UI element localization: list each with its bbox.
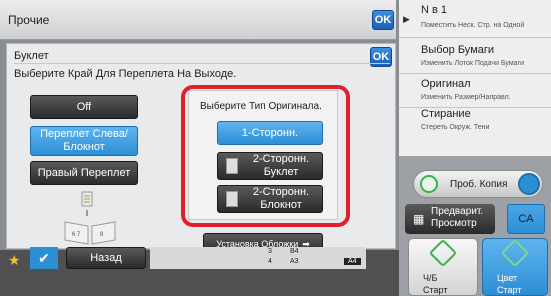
tablet-doc-icon <box>226 191 238 207</box>
sidebar-item-sub: Стереть Окруж. Тени <box>421 124 490 131</box>
preview-button[interactable]: ▦ Предварит. Просмотр <box>405 204 495 234</box>
start-diamond-icon <box>500 238 530 268</box>
panel-subtitle: Выберите Край Для Переплета На Выходе. <box>14 68 237 80</box>
check-icon[interactable]: ✔ <box>30 247 58 269</box>
color-start-sub: Старт <box>497 285 522 295</box>
sidebar-item-original[interactable]: Оригинал Изменить Размер/Направл. <box>399 74 551 108</box>
sidebar-item-sub: Изменить Лоток Подачи Бумаги <box>421 60 525 67</box>
binding-right-button[interactable]: Правый Переплет <box>30 161 138 185</box>
svg-text:6 7: 6 7 <box>72 232 81 238</box>
diamond-icon <box>420 175 438 193</box>
play-icon: ▶ <box>403 14 410 24</box>
tray-number: 4 <box>268 258 272 265</box>
ok-button-panel[interactable]: OK <box>370 47 392 67</box>
sidebar-item-n-in-1[interactable]: ▶ N в 1 Поместить Неск. Стр. на Одной <box>399 0 551 38</box>
proof-copy-label: Проб. Копия <box>450 179 508 190</box>
ok-button-top[interactable]: OK <box>372 10 394 30</box>
preview-label: Предварит. Просмотр <box>431 206 484 229</box>
preview-icon: ▦ <box>413 212 425 226</box>
back-button[interactable]: Назад <box>66 247 146 269</box>
sidebar-item-sub: Изменить Размер/Направл. <box>421 94 511 101</box>
color-start-button[interactable]: Цвет Старт <box>482 238 548 296</box>
sidebar-item-heading: Выбор Бумаги <box>421 44 495 56</box>
sidebar-item-paper-select[interactable]: Выбор Бумаги Изменить Лоток Подачи Бумаг… <box>399 38 551 74</box>
sidebar-item-sub: Поместить Неск. Стр. на Одной <box>421 22 525 29</box>
color-start-label: Цвет <box>497 273 518 283</box>
booklet-illustration-icon: 6 7 8 <box>60 190 120 245</box>
sidebar: ▶ N в 1 Поместить Неск. Стр. на Одной Вы… <box>399 0 551 156</box>
sidebar-item-heading: Стирание <box>421 108 471 120</box>
booklet-doc-icon <box>226 158 238 174</box>
bw-start-sub: Старт <box>423 285 448 295</box>
page-title: Прочие <box>8 13 50 27</box>
two-sided-tablet-label: 2-Сторонн. Блокнот <box>252 186 310 211</box>
proof-copy-button[interactable]: Проб. Копия <box>413 170 543 198</box>
tray-indicator: 3 B4 4 A3 A4 <box>150 247 366 269</box>
sidebar-item-heading: N в 1 <box>421 4 448 16</box>
binding-off-button[interactable]: Off <box>30 95 138 119</box>
bw-start-button[interactable]: Ч/Б Старт <box>408 238 478 296</box>
tray-size: B4 <box>290 248 299 255</box>
panel-title: Буклет <box>14 50 49 62</box>
paper-size-indicator: A4 <box>344 258 361 265</box>
sidebar-item-erase[interactable]: Стирание Стереть Окруж. Тени <box>399 108 551 146</box>
clear-all-button[interactable]: CA <box>507 204 545 234</box>
sidebar-item-heading: Оригинал <box>421 78 471 90</box>
color-diamond-icon <box>518 173 540 195</box>
one-sided-button[interactable]: 1-Сторонн. <box>217 121 323 145</box>
tray-number: 3 <box>268 248 272 255</box>
divider <box>14 63 390 64</box>
binding-left-button[interactable]: Переплет Слева/ Блокнот <box>30 126 138 156</box>
star-icon[interactable]: ★ <box>8 252 21 269</box>
original-type-prompt: Выберите Тип Оригинала. <box>200 101 322 112</box>
bw-start-label: Ч/Б <box>423 273 438 283</box>
two-sided-booklet-button[interactable]: 2-Сторонн. Буклет <box>217 152 323 180</box>
two-sided-tablet-button[interactable]: 2-Сторонн. Блокнот <box>217 185 323 213</box>
start-diamond-icon <box>428 238 458 268</box>
tray-size: A3 <box>290 258 299 265</box>
header-bar: Прочие OK <box>0 0 396 40</box>
two-sided-booklet-label: 2-Сторонн. Буклет <box>252 153 310 178</box>
